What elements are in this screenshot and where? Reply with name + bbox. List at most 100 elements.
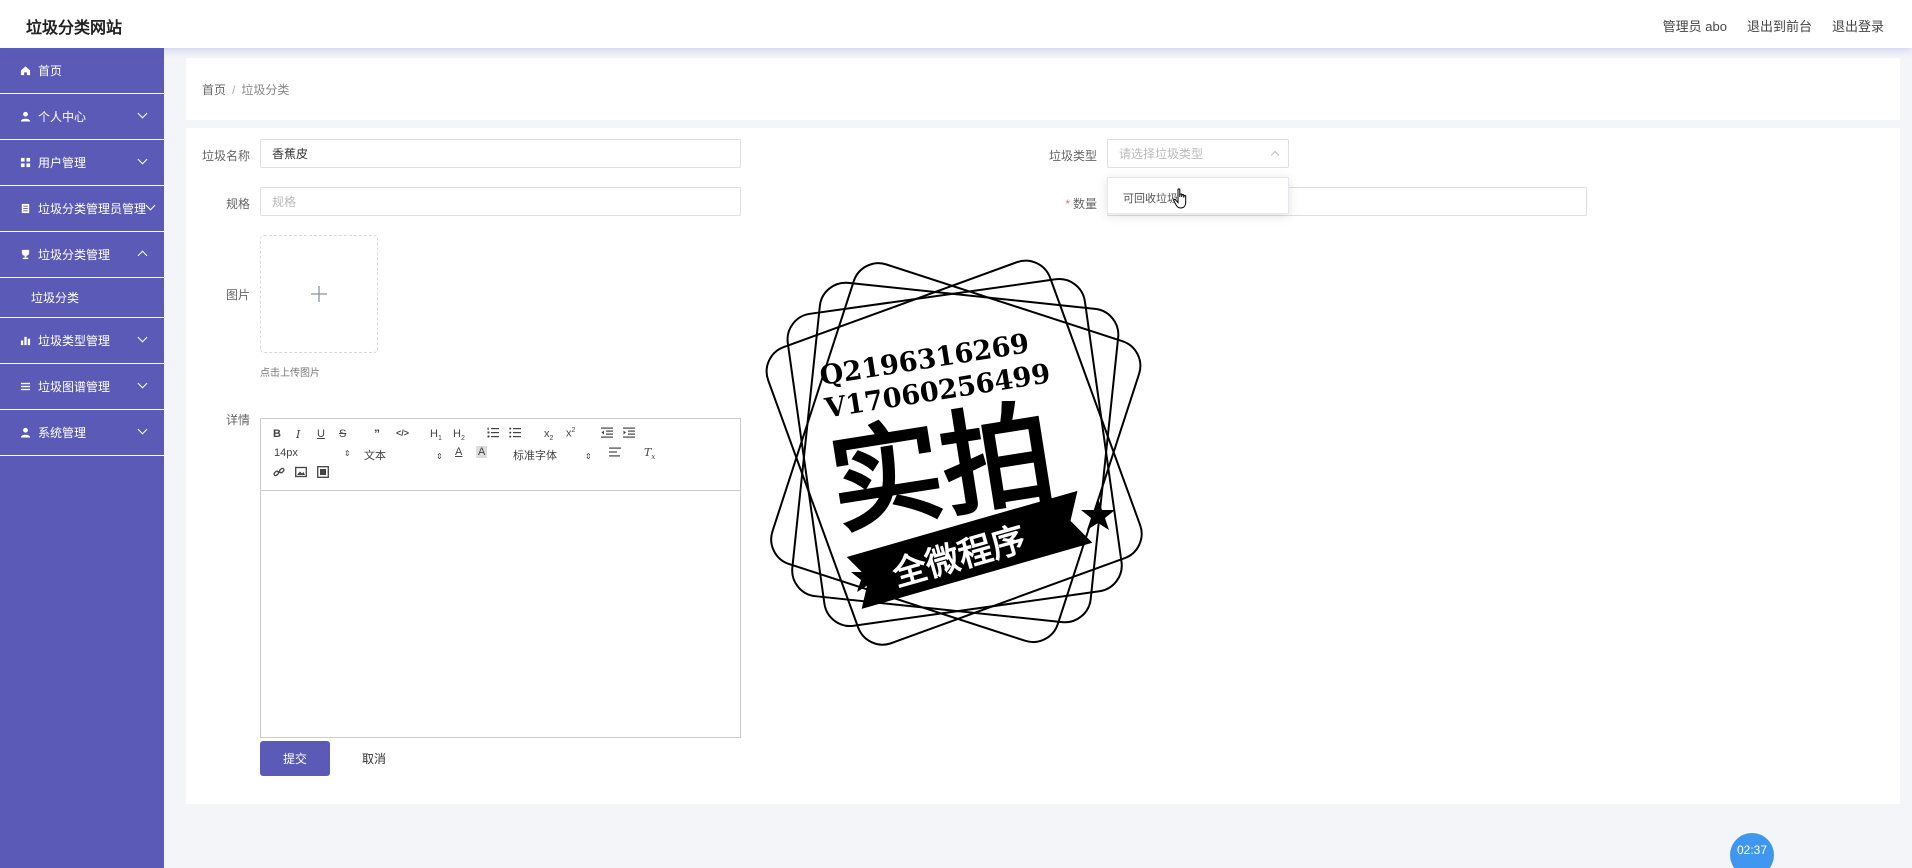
sidebar: 首页 个人中心 用户管理 垃圾分类管理员管理 垃圾分类管理 垃圾分类 垃圾类型管… <box>0 48 164 868</box>
user-icon <box>19 427 31 439</box>
chevron-down-icon <box>137 378 148 389</box>
top-header: 垃圾分类网站 管理员 abo 退出到前台 退出登录 <box>0 0 1912 48</box>
header-actions: 管理员 abo 退出到前台 退出登录 <box>1663 16 1884 35</box>
font-family-select[interactable]: 标准字体 ⇕ <box>513 447 592 463</box>
type-label: 垃圾类型 <box>1048 149 1097 163</box>
chevron-up-icon <box>137 250 148 261</box>
sidebar-subitem-classification[interactable]: 垃圾分类 <box>0 278 164 318</box>
sidebar-item-label: 个人中心 <box>38 110 87 124</box>
font-size-select[interactable]: 14px ⇕ <box>274 447 351 459</box>
select-arrows-icon: ⇕ <box>585 452 592 461</box>
video-icon[interactable] <box>317 466 329 481</box>
code-icon[interactable]: </> <box>396 428 409 438</box>
doc-icon <box>19 203 31 215</box>
name-input-value: 香蕉皮 <box>272 147 309 161</box>
chevron-down-icon <box>137 154 148 165</box>
cancel-button[interactable]: 取消 <box>344 741 404 776</box>
qty-label-text: 数量 <box>1072 197 1097 211</box>
select-arrows-icon: ⇕ <box>436 452 443 461</box>
chevron-down-icon <box>137 108 148 119</box>
chevron-down-icon <box>137 424 148 435</box>
site-brand[interactable]: 垃圾分类网站 <box>26 14 122 38</box>
name-input[interactable]: 香蕉皮 <box>260 139 741 168</box>
header1-icon[interactable]: H1 <box>430 428 442 442</box>
italic-icon[interactable]: I <box>296 428 300 441</box>
image-label: 图片 <box>225 288 250 302</box>
breadcrumb-separator: / <box>232 83 236 97</box>
sidebar-item-home[interactable]: 首页 <box>0 48 164 94</box>
chevron-up-icon <box>1270 150 1280 160</box>
sidebar-item-admin-management[interactable]: 垃圾分类管理员管理 <box>0 186 164 232</box>
hand-cursor-icon <box>1173 188 1189 215</box>
plus-icon <box>310 278 328 310</box>
sidebar-item-map-management[interactable]: 垃圾图谱管理 <box>0 364 164 410</box>
sidebar-item-label: 首页 <box>38 64 63 78</box>
upload-tip: 点击上传图片 <box>260 368 320 379</box>
trophy-icon <box>19 249 31 261</box>
superscript-icon[interactable]: x2 <box>566 427 575 440</box>
header2-icon[interactable]: H2 <box>453 428 465 442</box>
clear-format-icon[interactable]: Tx <box>644 446 655 461</box>
exit-to-front-link[interactable]: 退出到前台 <box>1747 16 1812 35</box>
chevron-down-icon <box>137 332 148 343</box>
logout-link[interactable]: 退出登录 <box>1832 16 1884 35</box>
type-select[interactable]: 请选择垃圾类型 <box>1107 139 1289 168</box>
breadcrumb-home[interactable]: 首页 <box>202 83 226 97</box>
editor-toolbar: B I U S ” </> H1 H2 x2 x2 14px ⇕ 文本 ⇕ A … <box>261 419 740 491</box>
underline-icon[interactable]: U <box>317 428 325 440</box>
subscript-icon[interactable]: x2 <box>544 428 553 442</box>
font-family-value: 标准字体 <box>513 450 557 462</box>
grid-icon <box>19 157 31 169</box>
sidebar-item-personal-center[interactable]: 个人中心 <box>0 94 164 140</box>
bullet-list-icon[interactable] <box>509 427 521 441</box>
font-size-value: 14px <box>274 447 298 459</box>
qty-label: * 数量 <box>1033 195 1097 212</box>
spec-input-placeholder: 规格 <box>272 195 297 209</box>
type-select-placeholder: 请选择垃圾类型 <box>1119 147 1204 161</box>
dropdown-option-recyclable[interactable]: 可回收垃圾 <box>1123 190 1178 206</box>
sidebar-subitem-label: 垃圾分类 <box>31 291 80 305</box>
list-icon <box>19 381 31 393</box>
spec-input[interactable]: 规格 <box>260 187 741 216</box>
form-panel: 垃圾名称 香蕉皮 垃圾类型 请选择垃圾类型 规格 规格 * 数量 图片 点击上传图… <box>186 128 1900 804</box>
name-label: 垃圾名称 <box>201 149 250 163</box>
breadcrumb-current: 垃圾分类 <box>241 83 290 97</box>
user-icon <box>19 111 31 123</box>
paragraph-value: 文本 <box>364 450 386 462</box>
type-dropdown-menu: 可回收垃圾 <box>1107 177 1289 214</box>
detail-label: 详情 <box>225 413 250 427</box>
bar-chart-icon <box>19 335 31 347</box>
submit-button[interactable]: 提交 <box>260 741 330 776</box>
sidebar-item-label: 垃圾类型管理 <box>38 334 111 348</box>
rich-text-editor: B I U S ” </> H1 H2 x2 x2 14px ⇕ 文本 ⇕ A … <box>260 418 741 738</box>
sidebar-item-system-management[interactable]: 系统管理 <box>0 410 164 456</box>
breadcrumb: 首页 / 垃圾分类 <box>202 81 289 98</box>
admin-user-label[interactable]: 管理员 abo <box>1663 16 1727 35</box>
breadcrumb-panel: 首页 / 垃圾分类 <box>186 58 1900 120</box>
paragraph-select[interactable]: 文本 ⇕ <box>364 447 443 463</box>
image-icon[interactable] <box>295 466 307 481</box>
blockquote-icon[interactable]: ” <box>374 427 380 441</box>
font-color-icon[interactable]: A <box>455 446 462 458</box>
strikethrough-icon[interactable]: S <box>339 428 346 440</box>
image-upload[interactable] <box>260 235 378 353</box>
sidebar-item-label: 垃圾分类管理员管理 <box>38 202 147 216</box>
home-icon <box>19 65 31 77</box>
spec-label: 规格 <box>225 197 250 211</box>
sidebar-item-label: 系统管理 <box>38 426 87 440</box>
sidebar-item-label: 垃圾分类管理 <box>38 248 111 262</box>
timer-badge[interactable]: 02:37 <box>1730 833 1774 868</box>
ordered-list-icon[interactable] <box>487 427 499 441</box>
required-mark: * <box>1065 197 1070 211</box>
select-arrows-icon: ⇕ <box>343 449 351 458</box>
bold-icon[interactable]: B <box>273 428 281 440</box>
sidebar-item-classification-management[interactable]: 垃圾分类管理 <box>0 232 164 278</box>
sidebar-item-user-management[interactable]: 用户管理 <box>0 140 164 186</box>
outdent-icon[interactable] <box>601 427 613 441</box>
link-icon[interactable] <box>273 466 285 481</box>
align-icon[interactable] <box>609 447 621 460</box>
sidebar-item-type-management[interactable]: 垃圾类型管理 <box>0 318 164 364</box>
sidebar-item-label: 用户管理 <box>38 156 87 170</box>
indent-icon[interactable] <box>623 427 635 441</box>
background-color-icon[interactable]: A <box>476 446 488 458</box>
